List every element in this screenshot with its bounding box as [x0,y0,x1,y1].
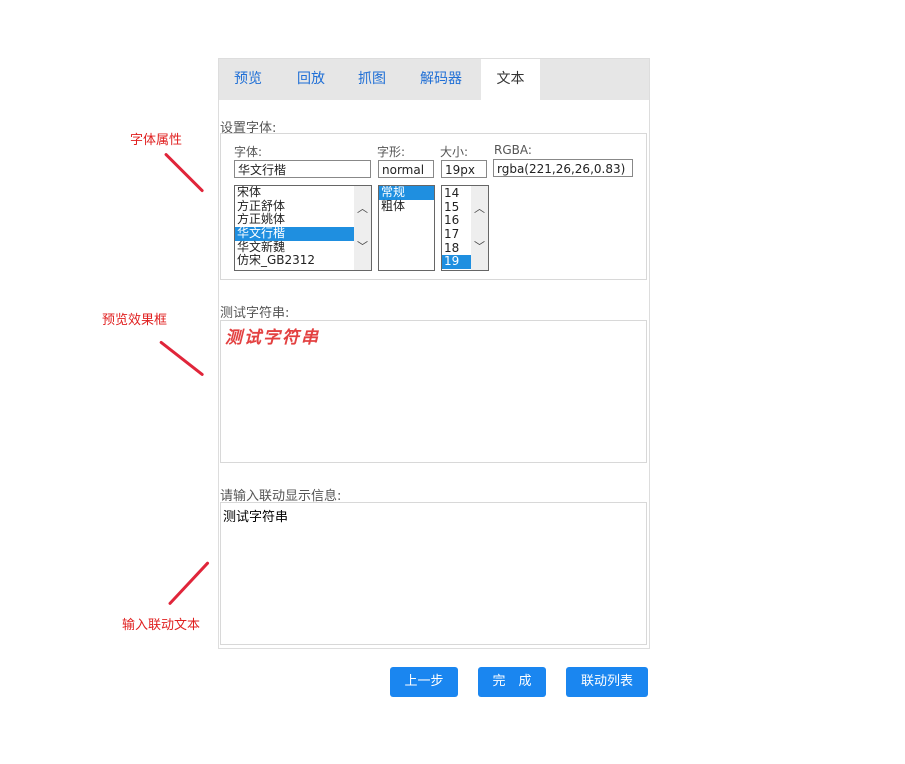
rgba-label: RGBA: [494,143,532,157]
font-size-list[interactable]: 14 15 16 17 18 19 ︿ ﹀ [441,185,489,271]
chevron-up-icon[interactable]: ︿ [474,200,485,216]
font-style-input[interactable]: normal [378,160,434,178]
finish-button[interactable]: 完 成 [478,667,546,697]
size-option-selected[interactable]: 19 [442,255,471,270]
font-family-list[interactable]: 宋体 方正舒体 方正姚体 华文行楷 华文新魏 仿宋_GB2312 ︿ ﹀ [234,185,372,271]
text-settings-panel: 预览 回放 抓图 解码器 文本 设置字体: 字体: 华文行楷 宋体 方正舒体 方… [218,58,650,649]
font-option[interactable]: 仿宋_GB2312 [235,254,371,268]
font-option[interactable]: 宋体 [235,186,371,200]
font-size-label: 大小: [440,145,469,159]
info-textarea[interactable]: 测试字符串 [220,502,647,645]
font-option[interactable]: 方正姚体 [235,213,371,227]
prev-button[interactable]: 上一步 [390,667,458,697]
font-list-scrollbar[interactable]: ︿ ﹀ [354,186,371,270]
info-textarea-value: 测试字符串 [223,510,289,525]
size-list-scrollbar[interactable]: ︿ ﹀ [471,186,488,270]
font-family-input[interactable]: 华文行楷 [234,160,371,178]
rgba-input[interactable]: rgba(221,26,26,0.83) [493,159,633,177]
chevron-up-icon[interactable]: ︿ [357,200,368,216]
font-option-selected[interactable]: 华文行楷 [235,226,354,241]
annotation-arrow-font-props [163,152,205,193]
font-style-list[interactable]: 常规 粗体 [378,185,435,271]
font-settings-box: 字体: 华文行楷 宋体 方正舒体 方正姚体 华文行楷 华文新魏 仿宋_GB231… [220,133,647,280]
tab-decoder[interactable]: 解码器 [405,59,477,100]
font-style-label: 字形: [377,145,406,159]
tab-bar: 预览 回放 抓图 解码器 文本 [219,59,649,100]
style-option[interactable]: 粗体 [379,199,434,214]
test-string-label: 测试字符串: [220,306,290,321]
font-family-label: 字体: [234,145,263,159]
style-option-selected[interactable]: 常规 [379,186,434,200]
annotation-preview-box: 预览效果框 [102,313,168,328]
tab-playback[interactable]: 回放 [281,59,341,100]
annotation-font-props: 字体属性 [130,133,183,148]
annotation-arrow-preview-box [159,340,205,377]
preview-text: 测试字符串 [225,328,320,348]
annotation-input-text: 输入联动文本 [122,618,201,633]
tab-capture[interactable]: 抓图 [343,59,401,100]
link-list-button[interactable]: 联动列表 [566,667,648,697]
preview-box: 测试字符串 [220,320,647,463]
font-size-input[interactable]: 19px [441,160,487,178]
tab-preview[interactable]: 预览 [219,59,277,100]
tab-text[interactable]: 文本 [481,59,540,100]
annotation-arrow-input-text [167,561,210,606]
chevron-down-icon[interactable]: ﹀ [474,238,485,254]
chevron-down-icon[interactable]: ﹀ [357,238,368,254]
